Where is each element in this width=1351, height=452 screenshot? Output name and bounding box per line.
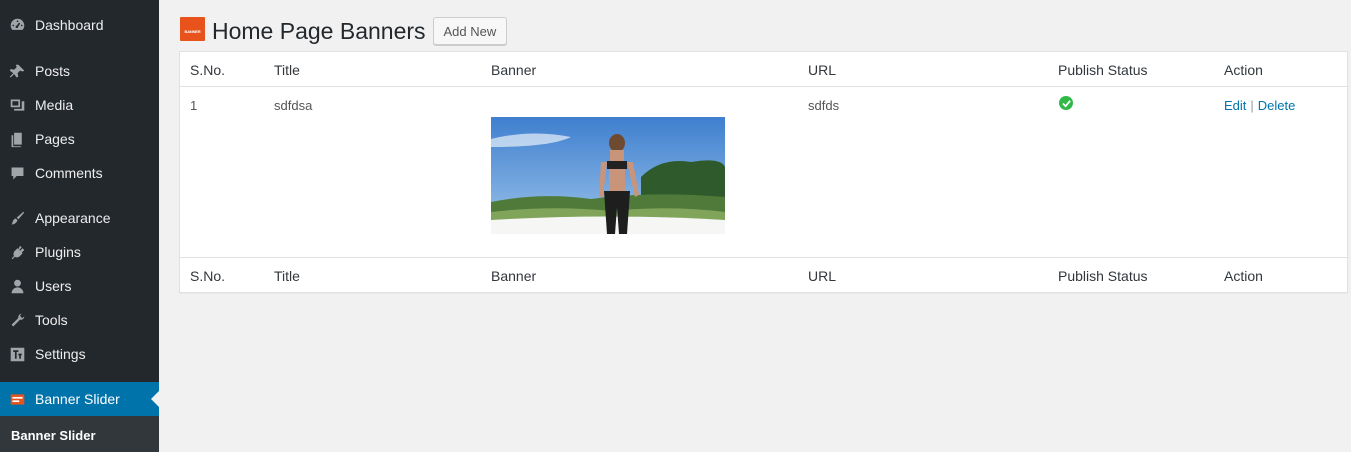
sidebar-item-dashboard[interactable]: Dashboard (0, 8, 159, 42)
admin-sidebar: Dashboard Posts Media Pages Comments App… (0, 0, 159, 452)
dashboard-icon (7, 15, 27, 35)
sidebar-item-tools[interactable]: Tools (0, 303, 159, 337)
cell-title: sdfdsa (274, 98, 313, 113)
sidebar-item-label: Settings (35, 346, 86, 362)
check-circle-icon (1059, 96, 1073, 110)
sidebar-item-appearance[interactable]: Appearance (0, 201, 159, 235)
column-footer-banner[interactable]: Banner (491, 268, 536, 284)
sidebar-item-label: Appearance (35, 210, 111, 226)
sidebar-item-label: Comments (35, 165, 103, 181)
pages-icon (7, 129, 27, 149)
sidebar-item-users[interactable]: Users (0, 269, 159, 303)
comment-icon (7, 163, 27, 183)
row-actions: Edit | Delete (1224, 98, 1295, 113)
delete-link[interactable]: Delete (1258, 98, 1296, 113)
sidebar-item-plugins[interactable]: Plugins (0, 235, 159, 269)
page-header: BANNER Home Page Banners Add New (180, 16, 508, 46)
column-footer-url[interactable]: URL (808, 268, 836, 284)
user-icon (7, 276, 27, 296)
sidebar-item-media[interactable]: Media (0, 88, 159, 122)
add-new-button[interactable]: Add New (432, 17, 508, 45)
table-row: 1 sdfdsa sdfds Edit | Delete (180, 87, 1347, 257)
cell-sno: 1 (190, 98, 198, 113)
column-footer-publish-status[interactable]: Publish Status (1058, 268, 1148, 284)
sidebar-item-label: Plugins (35, 244, 81, 260)
sidebar-item-settings[interactable]: Settings (0, 337, 159, 371)
table-footer-row: S.No. Title Banner URL Publish Status Ac… (180, 257, 1347, 292)
table-header-row: S.No. Title Banner URL Publish Status Ac… (180, 52, 1347, 87)
sidebar-item-label: Posts (35, 63, 71, 79)
sidebar-item-label: Users (35, 278, 72, 294)
sidebar-item-posts[interactable]: Posts (0, 54, 159, 88)
column-header-banner[interactable]: Banner (491, 62, 536, 78)
column-footer-sno[interactable]: S.No. (190, 268, 225, 284)
banners-table: S.No. Title Banner URL Publish Status Ac… (179, 51, 1348, 293)
edit-link[interactable]: Edit (1224, 98, 1246, 113)
active-indicator (151, 391, 159, 407)
column-footer-action[interactable]: Action (1224, 268, 1263, 284)
wrench-icon (7, 310, 27, 330)
paintbrush-icon (7, 208, 27, 228)
banner-slider-icon (7, 389, 27, 409)
sidebar-item-banner-slider[interactable]: Banner Slider (0, 382, 159, 416)
page-title: Home Page Banners (212, 17, 426, 44)
submenu-item-banner-slider[interactable]: Banner Slider (11, 428, 96, 443)
column-header-sno[interactable]: S.No. (190, 62, 225, 78)
sidebar-item-comments[interactable]: Comments (0, 156, 159, 190)
sidebar-item-label: Media (35, 97, 74, 113)
media-icon (7, 95, 27, 115)
column-footer-title[interactable]: Title (274, 268, 300, 284)
submenu: Banner Slider (0, 416, 159, 452)
settings-icon (7, 344, 27, 364)
column-header-url[interactable]: URL (808, 62, 836, 78)
sidebar-item-pages[interactable]: Pages (0, 122, 159, 156)
sidebar-item-label: Dashboard (35, 17, 104, 33)
sidebar-item-label: Banner Slider (35, 391, 120, 407)
logo-text: BANNER (184, 29, 201, 34)
banner-thumbnail-image (491, 117, 725, 234)
plugin-logo-icon: BANNER (180, 17, 205, 41)
column-header-title[interactable]: Title (274, 62, 300, 78)
cell-url: sdfds (808, 98, 840, 113)
sidebar-item-label: Tools (35, 312, 68, 328)
plugin-icon (7, 242, 27, 262)
column-header-publish-status[interactable]: Publish Status (1058, 62, 1148, 78)
action-separator: | (1250, 98, 1254, 113)
pin-icon (7, 61, 27, 81)
column-header-action[interactable]: Action (1224, 62, 1263, 78)
sidebar-item-label: Pages (35, 131, 75, 147)
